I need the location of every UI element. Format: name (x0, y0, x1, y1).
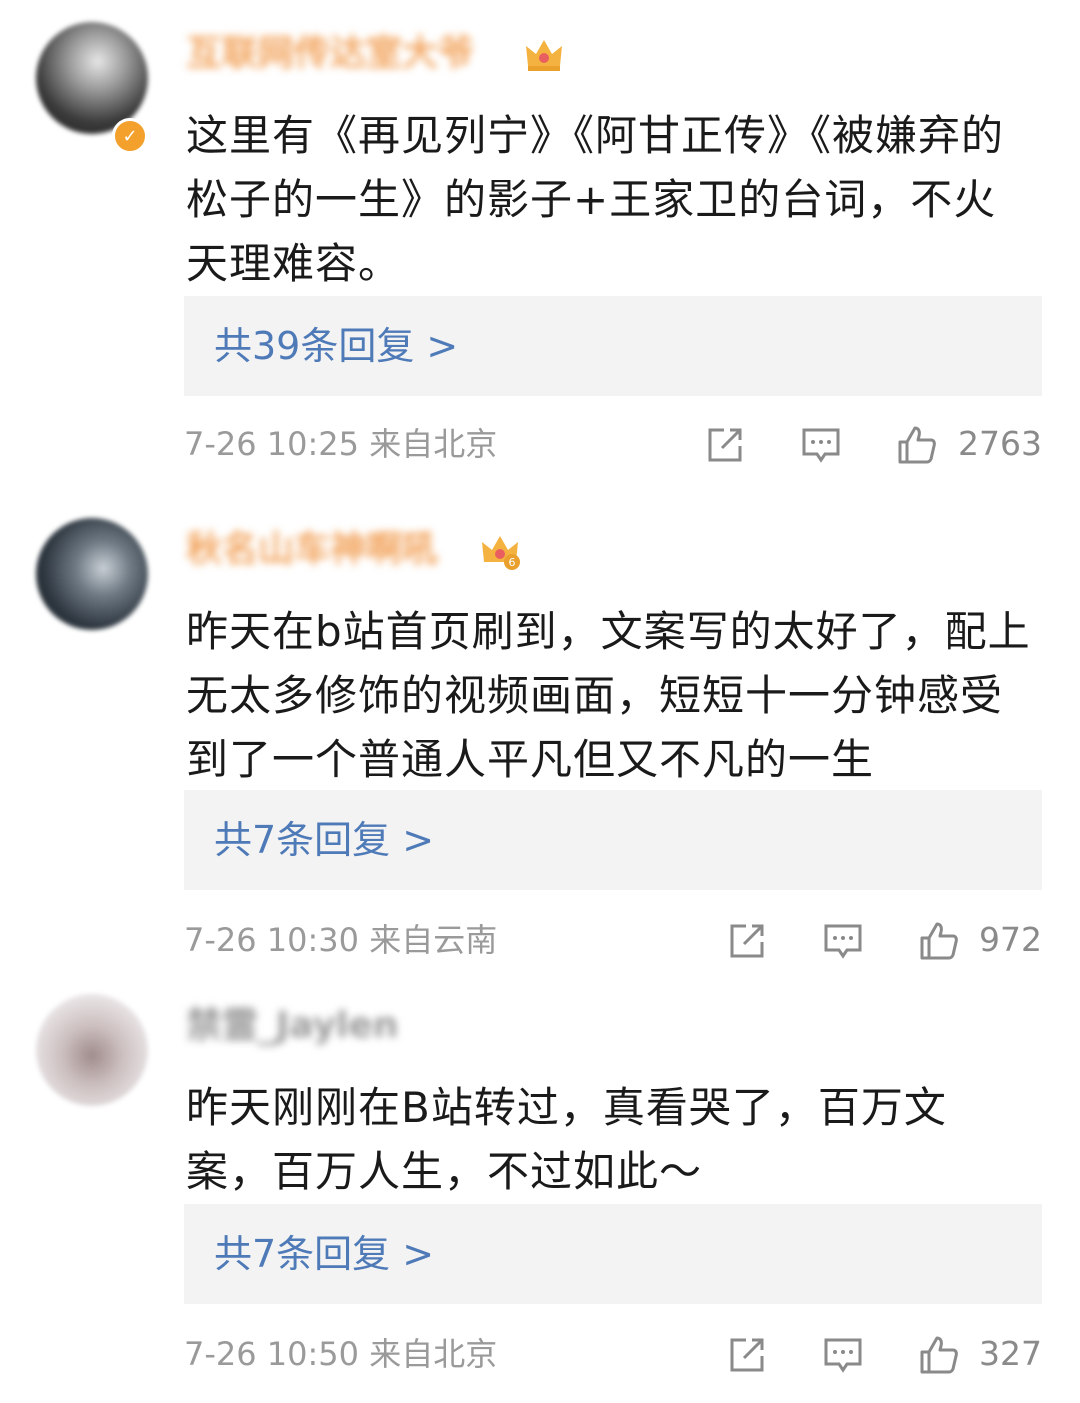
timestamp-location: 7-26 10:50 来自北京 (184, 1335, 498, 1373)
like-count: 2763 (958, 424, 1042, 463)
username[interactable]: 互联网传达室大爷 (186, 30, 474, 78)
svg-text:6: 6 (509, 556, 516, 569)
crown-icon (526, 40, 562, 71)
comment-meta: 7-26 10:30 来自云南 972 (184, 910, 1042, 970)
comment-icon[interactable] (822, 1334, 864, 1376)
view-replies-button[interactable]: 共39条回复 > (184, 296, 1042, 396)
username[interactable]: 禁霊_Jaylen (186, 1002, 398, 1050)
comment-icon[interactable] (800, 424, 842, 466)
replies-link[interactable]: 共39条回复 > (214, 296, 458, 396)
comment-text: 昨天在b站首页刷到，文案写的太好了，配上无太多修饰的视频画面，短短十一分钟感受到… (186, 607, 1031, 784)
timestamp-location: 7-26 10:25 来自北京 (184, 425, 498, 463)
comment-item: 禁霊_Jaylen 昨天刚刚在B站转过，真看哭了，百万文案，百万人生，不过如此～… (0, 994, 1080, 1394)
thumbs-up-icon[interactable] (918, 1334, 960, 1376)
verified-badge-icon: ✓ (112, 118, 148, 154)
like-count: 972 (979, 920, 1042, 959)
crown-icon: 6 (482, 536, 520, 570)
share-icon[interactable] (726, 1334, 768, 1376)
username[interactable]: 秋名山车神啊吼 (186, 526, 438, 574)
thumbs-up-icon[interactable] (896, 424, 938, 466)
like-count: 327 (979, 1334, 1042, 1373)
replies-link[interactable]: 共7条回复 > (214, 1204, 434, 1304)
replies-link[interactable]: 共7条回复 > (214, 790, 434, 890)
thumbs-up-icon[interactable] (918, 920, 960, 962)
comment-meta: 7-26 10:50 来自北京 327 (184, 1324, 1042, 1384)
avatar[interactable] (36, 518, 148, 630)
share-icon[interactable] (726, 920, 768, 962)
comment-item: ✓ 互联网传达室大爷 这里有《再见列宁》《阿甘正传》《被嫌弃的松子的一生》的影子… (0, 22, 1080, 492)
comment-meta: 7-26 10:25 来自北京 2763 (184, 414, 1042, 474)
comment-item: 秋名山车神啊吼 6 昨天在b站首页刷到，文案写的太好了，配上无太多修饰的视频画面… (0, 518, 1080, 978)
timestamp-location: 7-26 10:30 来自云南 (184, 921, 498, 959)
view-replies-button[interactable]: 共7条回复 > (184, 790, 1042, 890)
avatar[interactable] (36, 994, 148, 1106)
comment-icon[interactable] (822, 920, 864, 962)
view-replies-button[interactable]: 共7条回复 > (184, 1204, 1042, 1304)
comment-text: 这里有《再见列宁》《阿甘正传》《被嫌弃的松子的一生》的影子+王家卫的台词，不火天… (186, 111, 1005, 288)
share-icon[interactable] (704, 424, 746, 466)
comment-text: 昨天刚刚在B站转过，真看哭了，百万文案，百万人生，不过如此～ (186, 1083, 947, 1196)
